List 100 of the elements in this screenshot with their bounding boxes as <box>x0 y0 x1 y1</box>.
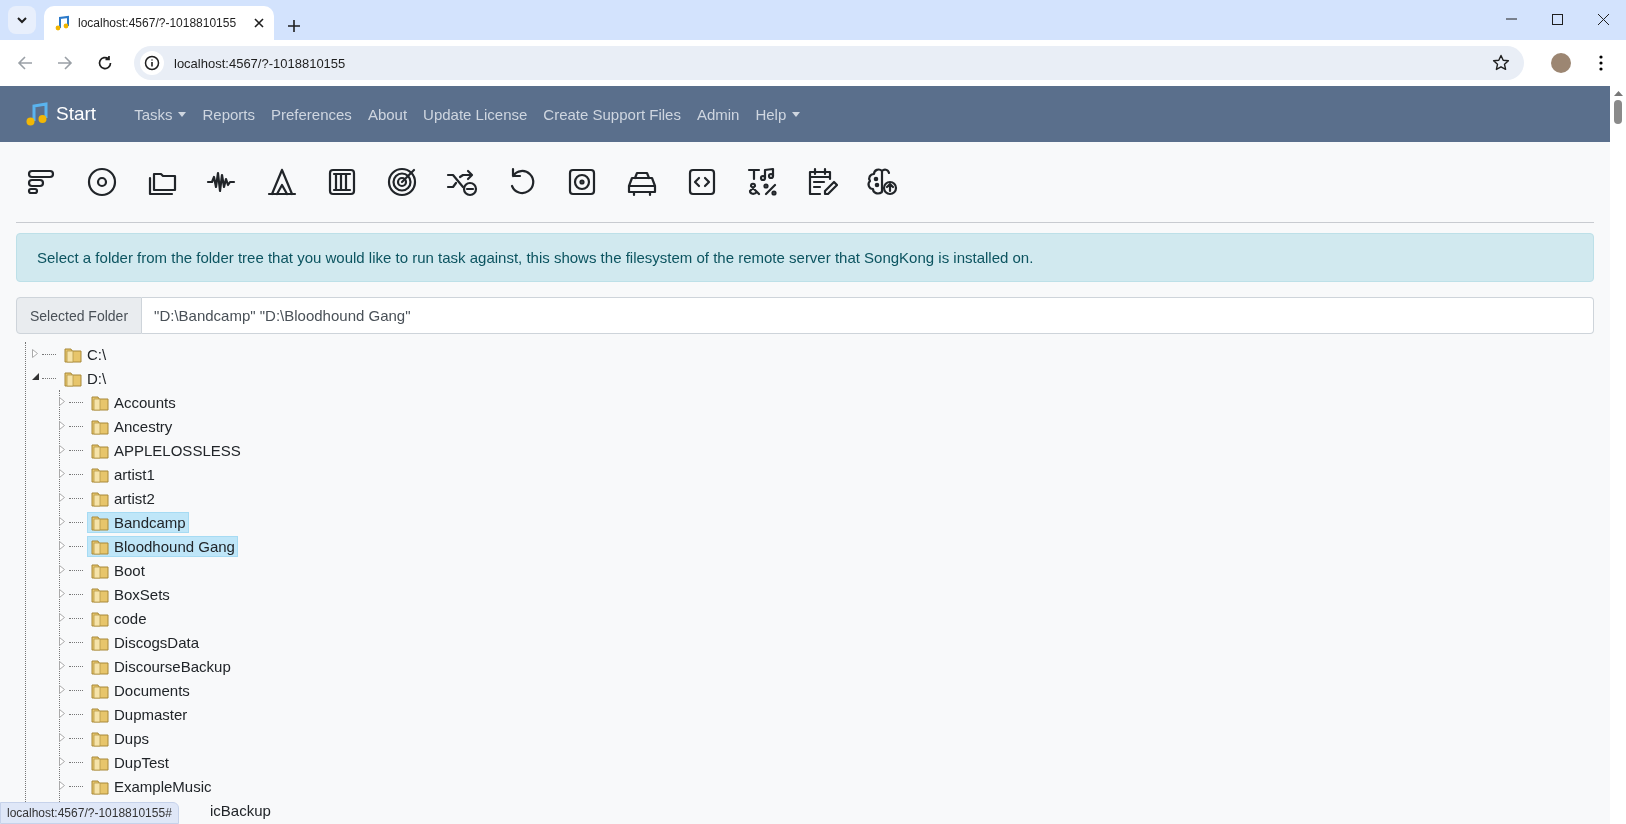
tree-item[interactable]: DiscogsData <box>87 631 203 653</box>
collapsed-arrow-icon[interactable] <box>59 517 65 526</box>
disc-button[interactable] <box>86 166 118 198</box>
nav-link[interactable]: Reports <box>194 105 263 123</box>
tree-item[interactable]: artist2 <box>87 487 158 509</box>
tree-item[interactable]: Bloodhound Gang <box>87 535 238 557</box>
tree-item[interactable]: Boot <box>87 559 148 581</box>
collapsed-arrow-icon[interactable] <box>59 565 65 574</box>
close-icon <box>1597 13 1609 25</box>
collapsed-arrow-icon[interactable] <box>59 733 65 742</box>
music-symbols-icon <box>746 166 778 198</box>
tree-item[interactable]: ExampleMusic <box>87 775 215 797</box>
folder-icon <box>64 345 82 363</box>
collapsed-arrow-icon[interactable] <box>59 637 65 646</box>
collapsed-arrow-icon[interactable] <box>59 445 65 454</box>
address-bar[interactable]: localhost:4567/?-1018810155 <box>134 46 1524 80</box>
collapsed-arrow-icon[interactable] <box>59 421 65 430</box>
scrollbar-drawing[interactable] <box>1613 90 1623 124</box>
selected-folder-label: Selected Folder <box>16 297 143 334</box>
speaker-button[interactable] <box>566 166 598 198</box>
tree-item[interactable]: artist1 <box>87 463 158 485</box>
nav-link[interactable]: Create Support Files <box>535 105 689 123</box>
folder-icon <box>91 633 109 651</box>
tree-item[interactable]: DupTest <box>87 751 173 773</box>
collapsed-arrow-icon[interactable] <box>32 349 38 358</box>
brain-upload-button[interactable] <box>866 166 898 198</box>
close-tab-button[interactable] <box>254 18 264 28</box>
nav-link[interactable]: About <box>359 105 416 123</box>
tree-item[interactable]: Bandcamp <box>87 511 189 533</box>
target-icon <box>386 166 418 198</box>
info-icon[interactable] <box>144 55 160 71</box>
folder-icon <box>91 609 109 627</box>
nav-link[interactable]: Update License <box>415 105 536 123</box>
kebab-menu-icon <box>1599 55 1603 71</box>
forward-arrow-icon <box>57 55 73 71</box>
new-tab-button[interactable] <box>288 20 300 32</box>
collapsed-arrow-icon[interactable] <box>59 469 65 478</box>
folder-icon <box>91 489 109 507</box>
tree-item[interactable]: Ancestry <box>87 415 176 437</box>
star-icon[interactable] <box>1492 54 1510 72</box>
collapsed-arrow-icon[interactable] <box>59 541 65 550</box>
maximize-icon <box>1551 13 1563 25</box>
grid-icon <box>326 166 358 198</box>
target-button[interactable] <box>386 166 418 198</box>
collapsed-arrow-icon[interactable] <box>59 589 65 598</box>
brand-link[interactable]: Start <box>16 101 105 127</box>
browser-tab[interactable]: localhost:4567/?-1018810155 <box>44 6 274 40</box>
caret-icon <box>178 111 187 117</box>
tree-item[interactable]: Documents <box>87 679 193 701</box>
folder-icon <box>91 537 109 555</box>
folder-icon <box>91 777 109 795</box>
collapsed-arrow-icon[interactable] <box>59 757 65 766</box>
tab-title: localhost:4567/?-1018810155 <box>78 16 238 30</box>
tree-item-label[interactable]: icBackup <box>210 801 271 819</box>
status-url: localhost:4567/?-1018810155# <box>7 806 172 820</box>
grid-button[interactable] <box>326 166 358 198</box>
folder-icon <box>91 441 109 459</box>
tent-icon <box>266 166 298 198</box>
music-symbols-button[interactable] <box>746 166 778 198</box>
collapsed-arrow-icon[interactable] <box>59 493 65 502</box>
brain-upload-icon <box>866 166 898 198</box>
tree-item[interactable]: D:\ <box>60 367 110 389</box>
calendar-edit-button[interactable] <box>806 166 838 198</box>
nav-link[interactable]: Admin <box>688 105 748 123</box>
expanded-arrow-icon[interactable] <box>32 373 39 380</box>
tree-item[interactable]: BoxSets <box>87 583 173 605</box>
avatar-icon <box>1551 53 1571 73</box>
tree-item[interactable]: Accounts <box>87 391 179 413</box>
collapsed-arrow-icon[interactable] <box>59 685 65 694</box>
music-note-icon <box>54 15 70 31</box>
selected-folder-field[interactable]: "D:\Bandcamp" "D:\Bloodhound Gang" <box>142 297 1594 334</box>
caret-icon <box>792 111 801 117</box>
tree-item[interactable]: DiscourseBackup <box>87 655 234 677</box>
collapsed-arrow-icon[interactable] <box>59 781 65 790</box>
nav-dropdown[interactable]: Tasks <box>126 105 195 123</box>
disc-icon <box>86 166 118 198</box>
tree-item[interactable]: Dupmaster <box>87 703 191 725</box>
collapsed-arrow-icon[interactable] <box>59 661 65 670</box>
collapsed-arrow-icon[interactable] <box>59 709 65 718</box>
tab-list-button[interactable] <box>8 6 36 34</box>
nav-dropdown[interactable]: Help <box>747 105 809 123</box>
folder-icon <box>91 393 109 411</box>
code-icon <box>686 166 718 198</box>
collapsed-arrow-icon[interactable] <box>59 397 65 406</box>
tree-item[interactable]: code <box>87 607 150 629</box>
close-icon <box>254 18 264 28</box>
tent-button[interactable] <box>266 166 298 198</box>
speaker-icon <box>566 166 598 198</box>
tree-item[interactable]: APPLELOSSLESS <box>87 439 244 461</box>
tree-item[interactable]: Dups <box>87 727 153 749</box>
nav-link[interactable]: Preferences <box>263 105 360 123</box>
collapsed-arrow-icon[interactable] <box>59 613 65 622</box>
folder-icon <box>91 657 109 675</box>
folder-icon <box>91 705 109 723</box>
folder-icon <box>91 465 109 483</box>
tree-item[interactable]: C:\ <box>60 343 110 365</box>
folder-icon <box>91 585 109 603</box>
code-button[interactable] <box>686 166 718 198</box>
folder-icon <box>91 417 109 435</box>
folder-icon <box>91 729 109 747</box>
